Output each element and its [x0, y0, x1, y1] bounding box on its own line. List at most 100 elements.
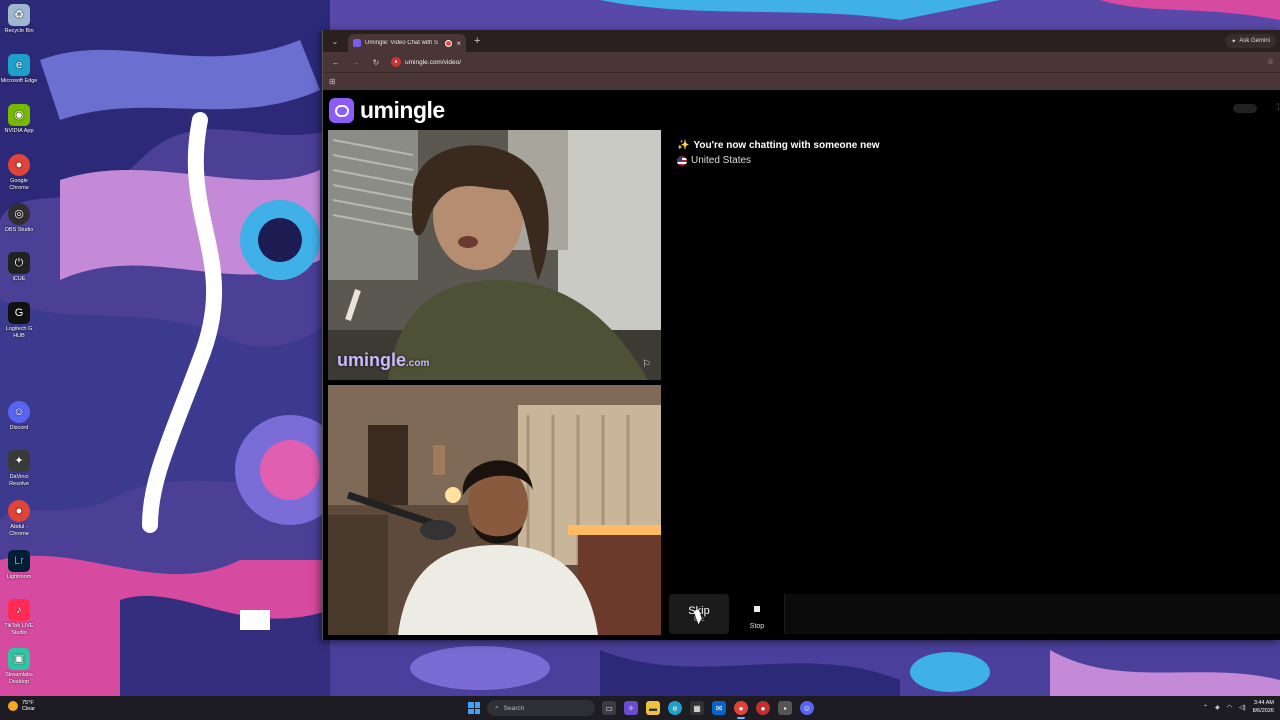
gemini-sparkle-icon: ✦: [1231, 38, 1237, 45]
tiktok-icon: ♪: [8, 599, 30, 621]
stop-square-icon: [754, 606, 760, 612]
us-flag-icon: [677, 155, 687, 166]
desktop-icon-edge[interactable]: e Microsoft Edge: [0, 54, 38, 85]
online-count: 1: [1275, 102, 1280, 113]
site-info-icon[interactable]: ●: [391, 57, 401, 67]
discord-taskbar-icon[interactable]: ☺: [800, 701, 814, 715]
stranger-country: United States: [677, 155, 751, 166]
streamlabs-icon: ▣: [8, 648, 30, 670]
icue-icon: ⏻: [8, 252, 30, 274]
chat-controls: Skip Esc Stop: [667, 592, 1280, 636]
chat-panel: ✨ You're now chatting with someone new Un…: [667, 130, 1280, 588]
tray-app-icon[interactable]: ◈: [1215, 704, 1220, 711]
copilot-icon[interactable]: ✧: [624, 701, 638, 715]
tab-umingle[interactable]: Umingle: Video Chat with S ×: [348, 34, 466, 52]
store-icon[interactable]: ▦: [690, 701, 704, 715]
discord-icon: ☺: [8, 401, 30, 423]
stranger-video-frame: [328, 130, 661, 380]
umingle-watermark: umingle.com: [337, 350, 429, 371]
watermark-main: umingle: [337, 350, 407, 370]
self-video: [328, 385, 661, 635]
self-video-frame: [328, 385, 661, 635]
taskbar: 75°F Clear ⌕ Search ▭ ✧ ▬ e ▦ ✉ ● ● ▪ ☺ ⌃…: [0, 696, 1280, 720]
umingle-logo[interactable]: umingle: [329, 97, 445, 124]
lightroom-icon: Lr: [8, 550, 30, 572]
umingle-page: umingle 1 umingle.com ⚐ ✨ You're now cha…: [323, 90, 1280, 640]
clock-time: 3:44 AM: [1253, 700, 1274, 706]
wifi-icon[interactable]: ◠: [1227, 704, 1232, 711]
chrome-profile-taskbar-icon[interactable]: ●: [756, 701, 770, 715]
apps-grid-icon[interactable]: ⊞: [329, 77, 336, 86]
file-explorer-icon[interactable]: ▬: [646, 701, 660, 715]
app-taskbar-icon[interactable]: ▪: [778, 701, 792, 715]
browser-window: ⌄ Umingle: Video Chat with S × + ✦ Ask G…: [322, 30, 1280, 640]
taskbar-search[interactable]: ⌕ Search: [487, 700, 595, 716]
desktop-icon-recycle-bin[interactable]: ♻ Recycle Bin: [0, 4, 38, 35]
edge-icon: e: [8, 54, 30, 76]
volume-icon[interactable]: ◁): [1239, 704, 1246, 711]
logitech-icon: G: [8, 302, 30, 324]
weather-widget[interactable]: 75°F Clear: [8, 700, 35, 712]
nvidia-icon: ◉: [8, 104, 30, 126]
search-placeholder: Search: [503, 704, 525, 712]
search-icon: ⌕: [495, 704, 499, 711]
task-view-icon[interactable]: ▭: [602, 701, 616, 715]
davinci-icon: ✦: [8, 450, 30, 472]
recording-indicator-icon: [445, 39, 453, 47]
system-tray: ⌃ ◈ ◠ ◁) 3:44 AM 8/6/2026: [1203, 699, 1274, 715]
mail-icon[interactable]: ✉: [712, 701, 726, 715]
desktop-icon-nvidia[interactable]: ◉ NVIDIA App: [0, 104, 38, 135]
bookmarks-bar: ⊞: [323, 72, 1280, 90]
chrome-active-indicator: [737, 717, 745, 719]
system-message: ✨ You're now chatting with someone new: [677, 140, 880, 151]
new-tab-button[interactable]: +: [474, 35, 480, 47]
stop-label: Stop: [749, 623, 765, 630]
desktop-icon-streamlabs[interactable]: ▣ Streamlabs Desktop: [0, 648, 38, 685]
desktop-icon-obs[interactable]: ◎ OBS Studio: [0, 203, 38, 234]
desktop-icon-abdul-chrome[interactable]: ● Abdul - Chrome: [0, 500, 38, 537]
watermark-suffix: .com: [406, 358, 430, 369]
tray-chevron-icon[interactable]: ⌃: [1203, 704, 1208, 711]
url-text: umingle.com/video/: [405, 58, 461, 66]
message-input[interactable]: [784, 594, 1280, 634]
sparkle-icon: ✨: [677, 140, 690, 151]
recycle-bin-icon: ♻: [8, 4, 30, 26]
online-toggle[interactable]: [1233, 104, 1257, 113]
logo-wordmark: umingle: [360, 97, 445, 123]
desktop-icon-lightroom[interactable]: Lr Lightroom: [0, 550, 38, 581]
clock[interactable]: 3:44 AM 8/6/2026: [1253, 699, 1274, 715]
obs-icon: ◎: [8, 203, 30, 225]
system-message-text: You're now chatting with someone new: [693, 140, 880, 151]
desktop-icon-chrome[interactable]: ● Google Chrome: [0, 154, 38, 191]
desktop-icon-discord[interactable]: ☺ Discord: [0, 401, 38, 432]
address-bar[interactable]: ● umingle.com/video/: [391, 57, 461, 67]
weather-sun-icon: [8, 701, 18, 711]
chat-bubble-logo-icon: [329, 98, 354, 123]
desktop-icon-davinci[interactable]: ✦ DaVinci Resolve: [0, 450, 38, 487]
tab-strip: ⌄ Umingle: Video Chat with S × + ✦ Ask G…: [323, 30, 1280, 52]
stop-button[interactable]: Stop: [733, 594, 781, 634]
tab-title: Umingle: Video Chat with S: [365, 40, 438, 46]
clock-date: 8/6/2026: [1252, 708, 1274, 714]
chrome-icon: ●: [8, 154, 30, 176]
report-flag-icon[interactable]: ⚐: [642, 359, 654, 371]
weather-desc: Clear: [22, 706, 36, 712]
desktop-icon-icue[interactable]: ⏻ iCUE: [0, 252, 38, 283]
reload-icon[interactable]: ↻: [371, 58, 381, 67]
umingle-favicon-icon: [353, 39, 361, 47]
tab-search-chevron-icon[interactable]: ⌄: [328, 34, 342, 48]
edge-taskbar-icon[interactable]: e: [668, 701, 682, 715]
desktop-icon-logitech[interactable]: G Logitech G HUB: [0, 302, 38, 339]
chrome-taskbar-icon[interactable]: ●: [734, 701, 748, 715]
back-arrow-icon[interactable]: ←: [331, 58, 341, 67]
bookmark-star-icon[interactable]: ☆: [1267, 57, 1274, 66]
browser-toolbar: ← → ↻ ● umingle.com/video/: [323, 52, 1280, 72]
windows-start-icon[interactable]: [468, 702, 480, 714]
country-text: United States: [691, 155, 752, 166]
desktop-icon-tiktok[interactable]: ♪ TikTok LIVE Studio: [0, 599, 38, 636]
stranger-video: umingle.com ⚐: [328, 130, 661, 380]
chrome-icon: ●: [8, 500, 30, 522]
close-tab-icon[interactable]: ×: [456, 39, 461, 48]
ask-gemini-button[interactable]: ✦ Ask Gemini: [1225, 34, 1276, 48]
forward-arrow-icon[interactable]: →: [351, 58, 361, 67]
